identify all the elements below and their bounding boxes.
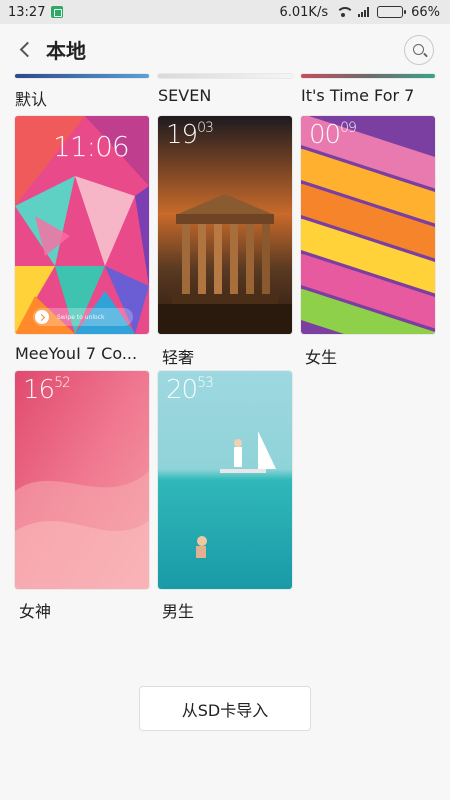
- battery-icon: [377, 6, 407, 18]
- theme-thumbnail-seven[interactable]: [158, 74, 292, 78]
- network-speed: 6.01K/s: [279, 4, 329, 20]
- theme-thumbnail-qingshe[interactable]: 1903: [158, 116, 292, 334]
- theme-label-meeyoui[interactable]: MeeYouI 7 Co...: [15, 344, 137, 363]
- search-button[interactable]: [404, 35, 434, 65]
- status-bar: 13:27 6.01K/s 66%: [0, 0, 450, 24]
- lockscreen-clock: 0009: [309, 120, 357, 150]
- theme-label-default[interactable]: 默认: [15, 86, 47, 110]
- back-button[interactable]: [14, 34, 36, 64]
- lockscreen-clock: 11:06: [53, 130, 130, 163]
- import-from-sd-button[interactable]: 从SD卡导入: [139, 686, 311, 731]
- status-left: 13:27: [8, 4, 64, 20]
- security-shield-icon: [51, 6, 64, 18]
- page-title: 本地: [46, 38, 86, 63]
- theme-label-nvshen[interactable]: 女神: [19, 598, 51, 622]
- status-time: 13:27: [8, 4, 46, 20]
- theme-thumbnail-nvsheng[interactable]: 0009: [301, 116, 435, 334]
- theme-thumbnail-default[interactable]: [15, 74, 149, 78]
- theme-label-qingshe[interactable]: 轻奢: [162, 344, 194, 368]
- unlock-knob-icon: [35, 310, 49, 324]
- signal-icon: [358, 7, 370, 17]
- theme-label-nvsheng[interactable]: 女生: [305, 344, 337, 368]
- battery-percent: 66%: [411, 4, 440, 20]
- theme-label-nansheng[interactable]: 男生: [162, 598, 194, 622]
- theme-thumbnail-nansheng[interactable]: 2053: [158, 371, 292, 589]
- theme-label-its-time-for-7[interactable]: It's Time For 7: [301, 86, 414, 105]
- lockscreen-clock: 1903: [166, 120, 214, 150]
- app-header: 本地: [0, 24, 450, 74]
- theme-thumbnail-meeyoui[interactable]: 11:06 Swipe to unlock: [15, 116, 149, 334]
- status-right: 6.01K/s 66%: [279, 5, 440, 20]
- lockscreen-clock: 2053: [166, 375, 214, 405]
- theme-label-seven[interactable]: SEVEN: [158, 86, 211, 105]
- chevron-left-icon: [19, 41, 35, 57]
- search-icon: [412, 43, 424, 55]
- theme-thumbnail-nvshen[interactable]: 1652: [15, 371, 149, 589]
- theme-thumbnail-its-time-for-7[interactable]: [301, 74, 435, 78]
- unlock-slider: Swipe to unlock: [33, 308, 133, 326]
- unlock-text: Swipe to unlock: [57, 313, 105, 321]
- lockscreen-clock: 1652: [23, 375, 71, 405]
- wifi-icon: [336, 7, 355, 17]
